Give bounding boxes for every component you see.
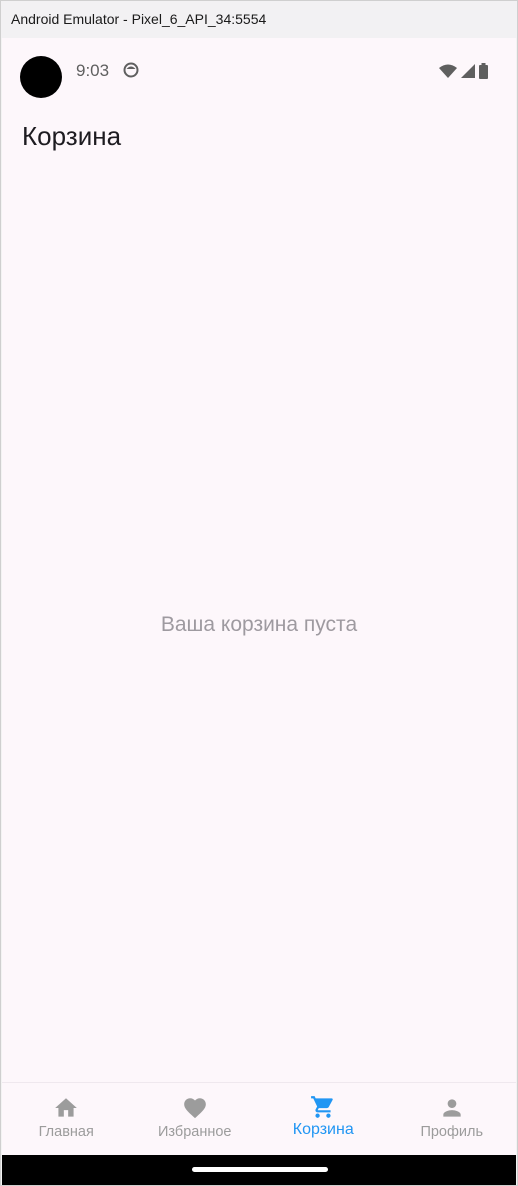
- cart-icon: [311, 1096, 334, 1118]
- camera-cutout: [20, 56, 62, 98]
- signal-icon: [461, 64, 475, 78]
- bottom-navigation: Главная Избранное Корзина Профиль: [2, 1082, 516, 1156]
- nav-item-cart[interactable]: Корзина: [259, 1083, 388, 1156]
- person-icon: [443, 1099, 461, 1117]
- nav-label-favorites: Избранное: [158, 1124, 232, 1140]
- status-time: 9:03: [76, 61, 110, 80]
- notification-icon: [123, 62, 139, 78]
- nav-label-cart: Корзина: [292, 1121, 354, 1138]
- heart-icon: [183, 1098, 206, 1119]
- window-title: Android Emulator - Pixel_6_API_34:5554: [1, 1, 517, 38]
- empty-cart-message: Ваша корзина пуста: [160, 613, 358, 636]
- nav-label-home: Главная: [38, 1124, 94, 1140]
- status-bar: 9:03: [2, 38, 516, 104]
- nav-label-profile: Профиль: [420, 1124, 484, 1140]
- gesture-handle[interactable]: [192, 1167, 328, 1172]
- nav-item-home[interactable]: Главная: [2, 1083, 131, 1156]
- system-navigation-bar: [2, 1155, 516, 1185]
- system-icons: [439, 62, 488, 80]
- emulator-window: Android Emulator - Pixel_6_API_34:5554 9…: [0, 0, 518, 1186]
- nav-item-profile[interactable]: Профиль: [388, 1083, 517, 1156]
- phone-screen: 9:03 Корзина Ваша корзина пуста Главная …: [2, 38, 516, 1185]
- wifi-icon: [439, 64, 457, 78]
- battery-icon: [479, 63, 488, 79]
- nav-item-favorites[interactable]: Избранное: [131, 1083, 260, 1156]
- home-icon: [55, 1098, 78, 1117]
- page-title: Корзина: [22, 121, 122, 151]
